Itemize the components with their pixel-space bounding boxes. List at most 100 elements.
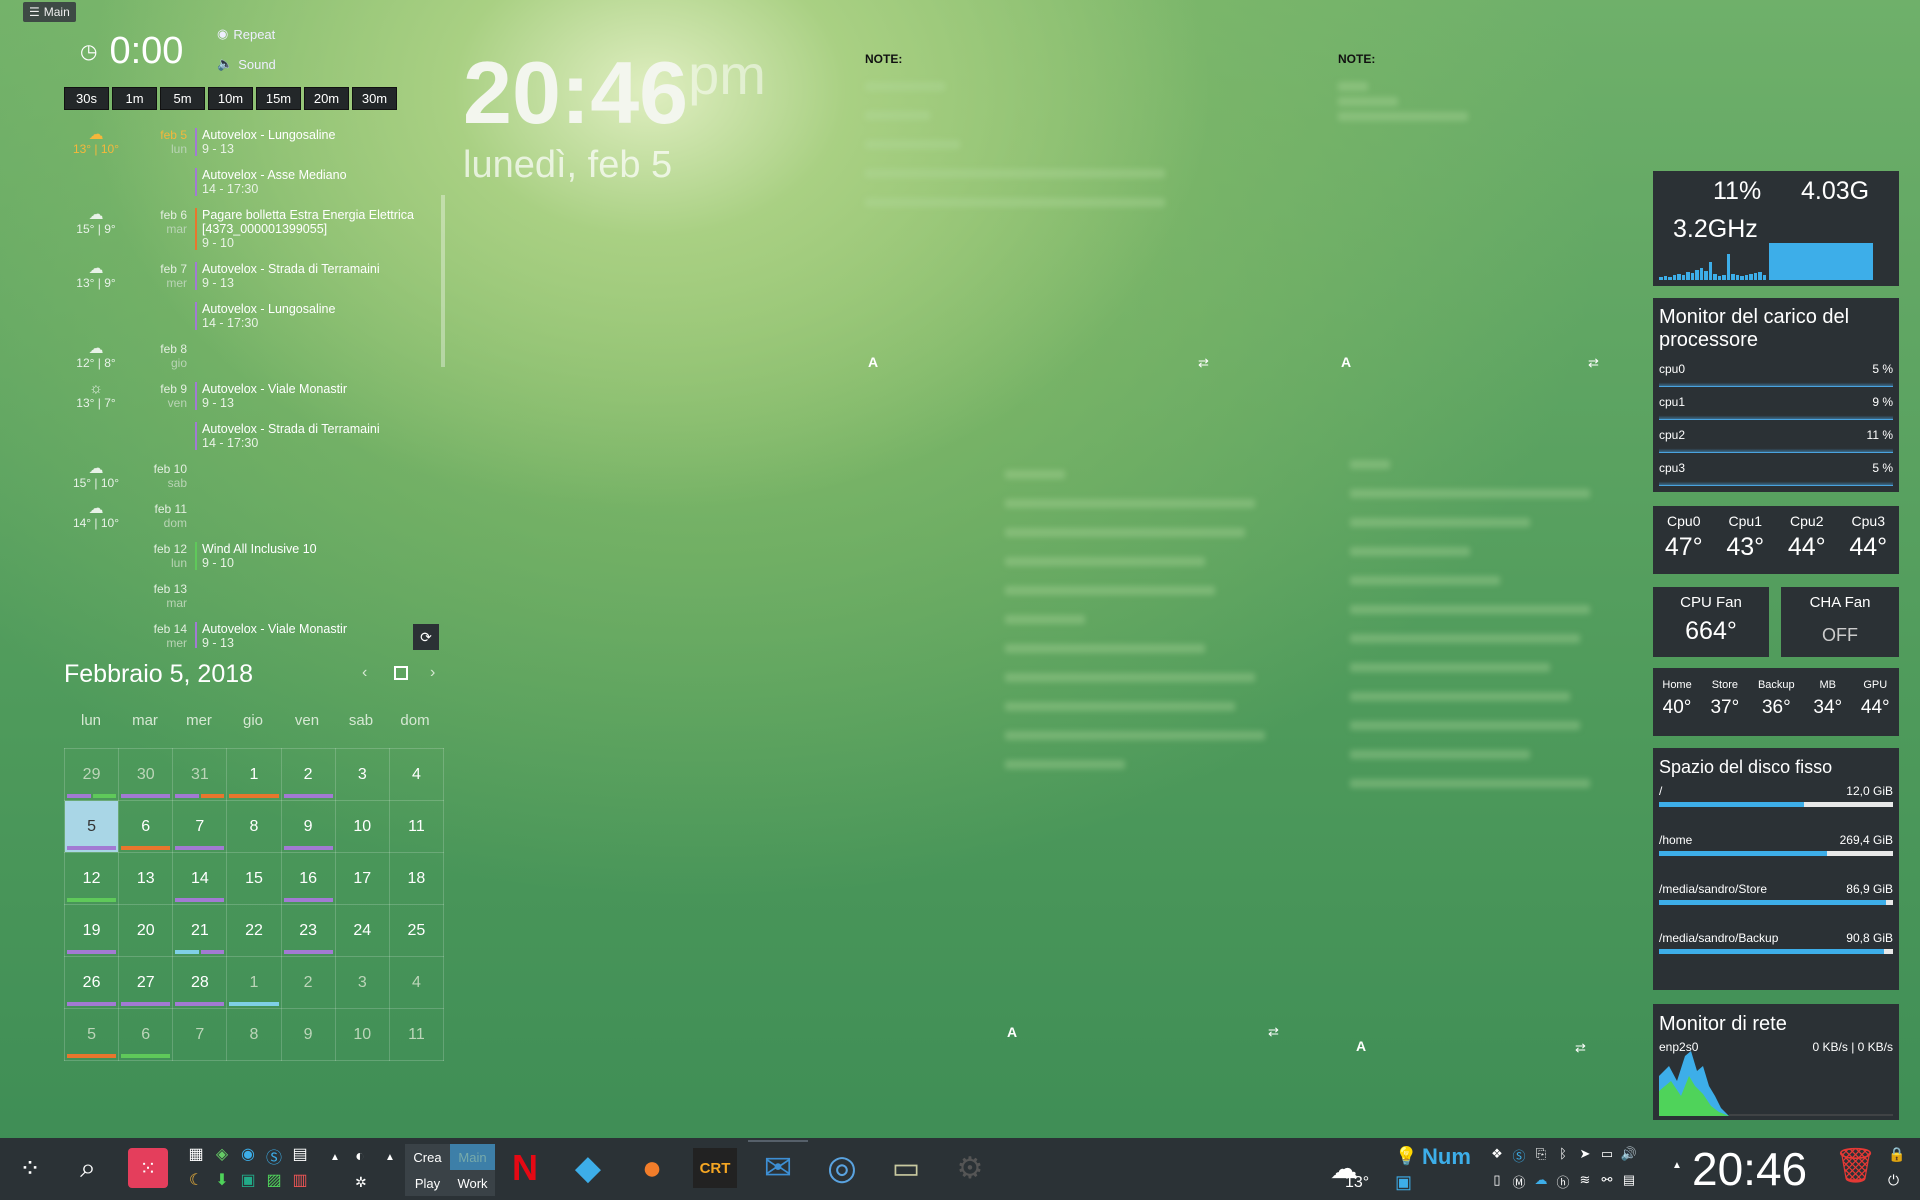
expand-up-icon[interactable]: ▲ bbox=[330, 1152, 340, 1163]
calendar-day[interactable]: 10 bbox=[334, 800, 390, 853]
calendar-day[interactable]: 3 bbox=[334, 748, 390, 801]
network-tray-icon[interactable]: ⚯ bbox=[1596, 1172, 1618, 1198]
calendar-icon[interactable]: ▥ bbox=[287, 1170, 313, 1196]
calendar-day[interactable]: 3 bbox=[334, 956, 390, 1009]
calendar-day[interactable]: 14 bbox=[172, 852, 228, 905]
calendar-day[interactable]: 6 bbox=[118, 800, 174, 853]
activity-crea[interactable]: Crea bbox=[405, 1144, 450, 1170]
chat-icon[interactable]: ◉ bbox=[235, 1144, 261, 1170]
calendar-day[interactable]: 7 bbox=[172, 800, 228, 853]
agenda-event[interactable]: Autovelox - Lungosaline 14 - 17:30 bbox=[195, 302, 440, 330]
calendar-day[interactable]: 31 bbox=[172, 748, 228, 801]
calendar-day[interactable]: 22 bbox=[226, 904, 282, 957]
note1-settings-icon[interactable]: ⇄ bbox=[1198, 355, 1209, 371]
agenda-event[interactable]: Autovelox - Lungosaline 9 - 13 bbox=[195, 128, 440, 156]
calendar-day[interactable]: 29 bbox=[63, 748, 120, 801]
spreadsheet-icon[interactable]: ▦ bbox=[183, 1144, 209, 1170]
calendar-day[interactable]: 26 bbox=[63, 956, 120, 1009]
calendar-day[interactable]: 15 bbox=[226, 852, 282, 905]
mega-icon[interactable]: Ⓜ bbox=[1508, 1172, 1530, 1198]
calendar-day[interactable]: 13 bbox=[118, 852, 174, 905]
calendar-day[interactable]: 5 bbox=[63, 800, 120, 853]
note3-settings-icon[interactable]: ⇄ bbox=[1268, 1024, 1279, 1040]
alien-icon[interactable]: ◈ bbox=[209, 1144, 235, 1170]
timer-preset-button[interactable]: 10m bbox=[208, 87, 253, 110]
agenda-event[interactable]: Autovelox - Viale Monastir 9 - 13 bbox=[195, 622, 440, 648]
calendar-day[interactable]: 23 bbox=[280, 904, 336, 957]
kde-connect-icon[interactable]: ▣ bbox=[1395, 1172, 1412, 1193]
calendar-day[interactable]: 24 bbox=[334, 904, 390, 957]
note4-settings-icon[interactable]: ⇄ bbox=[1575, 1040, 1586, 1056]
agenda-event[interactable]: Autovelox - Asse Mediano 14 - 17:30 bbox=[195, 168, 440, 196]
app-launcher-icon[interactable]: ⁘ bbox=[8, 1146, 52, 1190]
note2-font-icon[interactable]: A bbox=[1341, 354, 1351, 370]
note1-font-icon[interactable]: A bbox=[868, 354, 878, 370]
calendar-day[interactable]: 8 bbox=[226, 1008, 282, 1061]
download-icon[interactable]: ⬇ bbox=[209, 1170, 235, 1196]
calendar-day[interactable]: 1 bbox=[226, 956, 282, 1009]
timer-display[interactable]: 0:00 bbox=[109, 30, 183, 73]
volume-icon[interactable]: 🔊 bbox=[1618, 1146, 1640, 1172]
prev-month-icon[interactable]: ‹ bbox=[362, 664, 367, 682]
calendar-day[interactable]: 21 bbox=[172, 904, 228, 957]
netflix-icon[interactable]: N bbox=[503, 1146, 547, 1190]
note3-font-icon[interactable]: A bbox=[1007, 1024, 1017, 1040]
calendar-day[interactable]: 11 bbox=[388, 1008, 445, 1061]
wifi-icon[interactable]: ≋ bbox=[1574, 1172, 1596, 1198]
moon-icon[interactable]: ☾ bbox=[183, 1170, 209, 1196]
calendar-day[interactable]: 1 bbox=[226, 748, 282, 801]
agenda-event[interactable]: Autovelox - Strada di Terramaini 14 - 17:… bbox=[195, 422, 440, 450]
calendar-day[interactable]: 28 bbox=[172, 956, 228, 1009]
firefox-icon[interactable]: ● bbox=[630, 1146, 674, 1190]
tray-expand-icon[interactable]: ▲ bbox=[1672, 1160, 1682, 1171]
agenda-event[interactable]: Wind All Inclusive 10 9 - 10 bbox=[195, 542, 440, 570]
today-button[interactable] bbox=[394, 666, 408, 680]
activity-play[interactable]: Play bbox=[405, 1170, 450, 1196]
calendar-day[interactable]: 25 bbox=[388, 904, 445, 957]
hp-icon[interactable]: ⓗ bbox=[1552, 1172, 1574, 1198]
power-icon[interactable]: ⏻ bbox=[1888, 1172, 1899, 1189]
timer-preset-button[interactable]: 20m bbox=[304, 87, 349, 110]
chromium-icon[interactable]: ◎ bbox=[820, 1146, 864, 1190]
calendar-day[interactable]: 11 bbox=[388, 800, 445, 853]
calendar-day[interactable]: 18 bbox=[388, 852, 445, 905]
expand-up2-icon[interactable]: ▲ bbox=[385, 1152, 395, 1163]
next-month-icon[interactable]: › bbox=[430, 664, 435, 682]
send-icon[interactable]: ➤ bbox=[1574, 1146, 1596, 1172]
image-icon[interactable]: ▨ bbox=[261, 1170, 287, 1196]
calendar-day[interactable]: 20 bbox=[118, 904, 174, 957]
calendar-day[interactable]: 6 bbox=[118, 1008, 174, 1061]
settings-gear-icon[interactable]: ⚙ bbox=[948, 1146, 992, 1190]
calendar-day[interactable]: 9 bbox=[280, 800, 336, 853]
calendar-day[interactable]: 7 bbox=[172, 1008, 228, 1061]
sound-option[interactable]: 🔈 Sound bbox=[217, 56, 276, 72]
timer-preset-button[interactable]: 15m bbox=[256, 87, 301, 110]
calendar-day[interactable]: 16 bbox=[280, 852, 336, 905]
usb-icon[interactable]: ⎘ bbox=[1530, 1146, 1552, 1172]
agenda-event[interactable]: Autovelox - Viale Monastir 9 - 13 bbox=[195, 382, 440, 410]
dropbox-icon[interactable]: ❖ bbox=[1486, 1146, 1508, 1172]
timer-preset-button[interactable]: 30m bbox=[352, 87, 397, 110]
calendar-day[interactable]: 17 bbox=[334, 852, 390, 905]
refresh-icon[interactable]: ⟳ bbox=[413, 624, 439, 650]
calendar-day[interactable]: 5 bbox=[63, 1008, 120, 1061]
taskbar-clock[interactable]: 20:46 bbox=[1692, 1142, 1807, 1196]
cloud-icon[interactable]: ☁ bbox=[1530, 1172, 1552, 1198]
terminal-icon[interactable]: ▣ bbox=[235, 1170, 261, 1196]
calendar-day[interactable]: 12 bbox=[63, 852, 120, 905]
calendar-day[interactable]: 4 bbox=[388, 956, 445, 1009]
thunderbird-icon[interactable]: ✉ bbox=[756, 1146, 800, 1190]
activity-main[interactable]: Main bbox=[450, 1144, 495, 1170]
bluetooth-icon[interactable]: ᛒ bbox=[1552, 1146, 1574, 1172]
calendar-day[interactable]: 9 bbox=[280, 1008, 336, 1061]
main-menu-button[interactable]: ☰ Main bbox=[23, 2, 76, 22]
note2-settings-icon[interactable]: ⇄ bbox=[1588, 355, 1599, 371]
timer-preset-button[interactable]: 30s bbox=[64, 87, 109, 110]
clipboard-icon[interactable]: ▤ bbox=[1618, 1172, 1640, 1198]
dice-app-icon[interactable]: ⁙ bbox=[128, 1148, 168, 1188]
activity-work[interactable]: Work bbox=[450, 1170, 495, 1196]
calendar-day[interactable]: 30 bbox=[118, 748, 174, 801]
repeat-option[interactable]: ◉ Repeat bbox=[217, 26, 276, 42]
calendar-day[interactable]: 2 bbox=[280, 956, 336, 1009]
note4-font-icon[interactable]: A bbox=[1356, 1038, 1366, 1054]
